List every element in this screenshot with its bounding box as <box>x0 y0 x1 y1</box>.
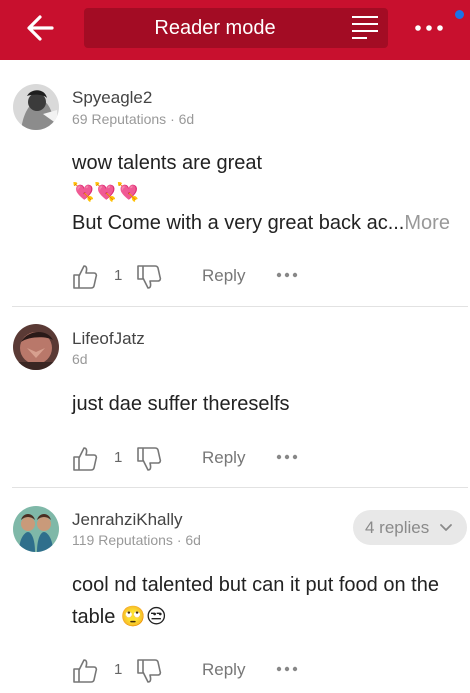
username[interactable]: Spyeagle2 <box>72 88 152 108</box>
comment-more-button[interactable] <box>276 662 298 674</box>
like-button[interactable] <box>72 658 98 684</box>
comment-item: LifeofJatz 6d just dae suffer thereselfs… <box>0 307 470 487</box>
reply-button[interactable]: Reply <box>202 660 245 680</box>
comment-text: cool nd talented but can it put food on … <box>72 574 439 596</box>
username[interactable]: LifeofJatz <box>72 329 145 349</box>
comment-actions: 1 Reply <box>72 264 452 294</box>
comment-meta: 69 Reputations · 6d <box>72 111 195 127</box>
more-dots-icon <box>276 272 298 278</box>
thumbs-down-icon <box>137 265 162 289</box>
thumbs-down-icon <box>137 659 162 683</box>
avatar[interactable] <box>13 84 59 130</box>
dislike-button[interactable] <box>136 446 162 472</box>
like-count: 1 <box>114 267 123 284</box>
reply-button[interactable]: Reply <box>202 448 245 468</box>
chevron-down-icon <box>440 524 452 531</box>
thumbs-up-icon <box>73 265 98 289</box>
comment-text: table 🙄😒 <box>72 606 167 628</box>
reader-mode-label: Reader mode <box>154 17 276 39</box>
comment-actions: 1 Reply <box>72 658 452 688</box>
comment-more-button[interactable] <box>276 450 298 462</box>
comment-meta: 119 Reputations · 6d <box>72 532 201 548</box>
more-dots-icon <box>276 454 298 460</box>
like-count: 1 <box>114 661 123 678</box>
comment-item: JenrahziKhally 119 Reputations · 6d 4 re… <box>0 488 470 693</box>
more-link[interactable]: More <box>404 212 450 234</box>
avatar[interactable] <box>13 506 59 552</box>
arrow-left-icon <box>27 15 54 41</box>
dislike-button[interactable] <box>136 264 162 290</box>
comment-more-button[interactable] <box>276 268 298 280</box>
comment-text: just dae suffer thereselfs <box>72 393 290 415</box>
dislike-button[interactable] <box>136 658 162 684</box>
text-lines-icon <box>350 14 380 42</box>
comment-meta: 6d <box>72 351 88 367</box>
thumbs-down-icon <box>137 447 162 471</box>
more-dots-icon <box>276 666 298 672</box>
emoji-row: 💘💘💘 <box>72 182 140 202</box>
back-button[interactable] <box>22 12 62 44</box>
comment-text-line: But Come with a very great back ac... <box>72 212 405 234</box>
comment-text: wow talents are great <box>72 152 263 174</box>
notification-dot <box>455 10 464 19</box>
username[interactable]: JenrahziKhally <box>72 510 183 530</box>
comment-actions: 1 Reply <box>72 446 452 476</box>
thumbs-up-icon <box>73 659 98 683</box>
view-replies-button[interactable]: 4 replies <box>353 510 467 545</box>
comment-item: Spyeagle2 69 Reputations · 6d wow talent… <box>0 60 470 306</box>
like-button[interactable] <box>72 264 98 290</box>
comment-text-truncated: But Come with a very great back ac...Mor… <box>72 212 450 235</box>
like-count: 1 <box>114 449 123 466</box>
top-app-bar: Reader mode <box>0 0 470 60</box>
more-dots-icon <box>415 25 443 31</box>
overflow-menu-button[interactable] <box>412 14 448 42</box>
like-button[interactable] <box>72 446 98 472</box>
reader-mode-button[interactable]: Reader mode <box>84 8 388 48</box>
replies-count-label: 4 replies <box>365 518 430 537</box>
thumbs-up-icon <box>73 447 98 471</box>
avatar[interactable] <box>13 324 59 370</box>
reply-button[interactable]: Reply <box>202 266 245 286</box>
